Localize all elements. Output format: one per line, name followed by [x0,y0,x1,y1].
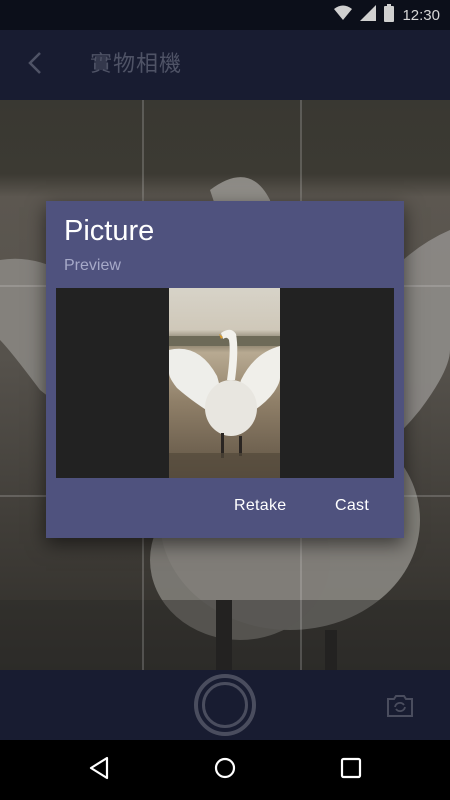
wifi-icon [334,5,353,25]
shutter-icon [202,682,248,728]
nav-recents-button[interactable] [336,755,366,785]
dialog-actions: Retake Cast [46,489,404,529]
switch-camera-icon [385,695,415,722]
back-icon [87,756,111,784]
switch-camera-button[interactable] [385,694,415,718]
preview-photo [169,288,280,478]
status-icons: 12:30 [334,4,440,26]
recents-icon [340,757,362,783]
back-arrow-icon [28,51,42,79]
navigation-bar [0,740,450,800]
shutter-button[interactable] [194,674,256,736]
nav-back-button[interactable] [84,755,114,785]
dialog-title: Picture [64,215,155,247]
status-bar: 12:30 [0,0,450,30]
signal-icon [360,5,377,25]
home-icon [213,756,237,784]
app-title: 實物相機 [90,52,183,77]
status-time: 12:30 [402,6,440,24]
picture-preview-dialog: Picture Preview Retake Cast [46,201,404,538]
camera-controls [0,670,450,740]
retake-button[interactable]: Retake [234,497,287,515]
app-bar: 實物相機 [0,30,450,100]
dialog-subtitle: Preview [64,257,121,274]
nav-home-button[interactable] [210,755,240,785]
back-button[interactable] [18,50,52,80]
cast-button[interactable]: Cast [335,497,369,515]
preview-area [56,288,394,478]
battery-icon [384,4,395,26]
